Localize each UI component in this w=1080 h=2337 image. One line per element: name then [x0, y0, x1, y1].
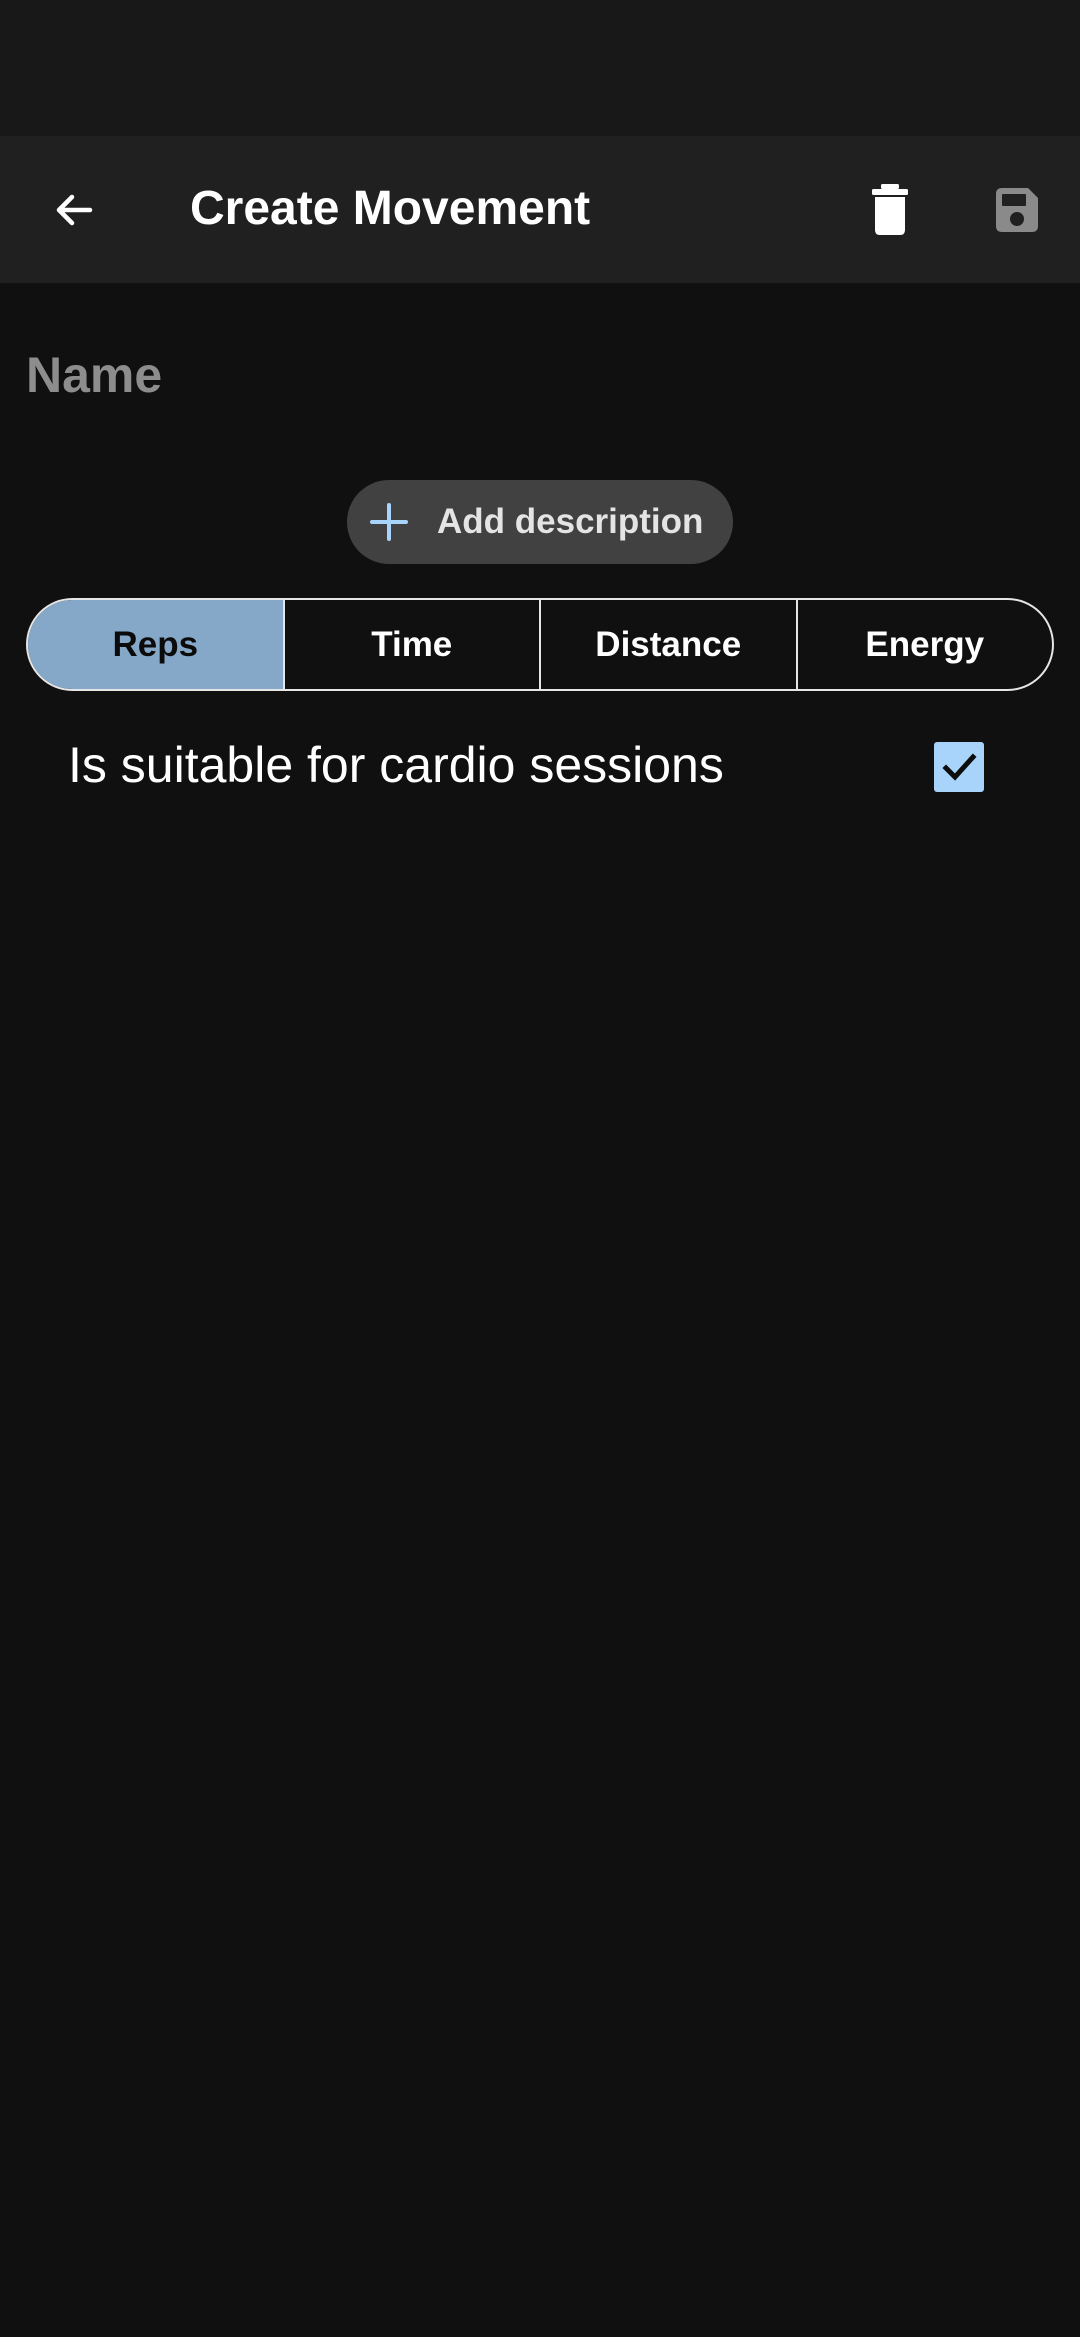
trash-icon	[872, 184, 908, 235]
cardio-suitable-checkbox[interactable]	[934, 742, 984, 792]
page-title: Create Movement	[190, 182, 591, 235]
add-description-label: Add description	[437, 502, 704, 541]
segment-distance[interactable]: Distance	[539, 600, 796, 689]
segment-time[interactable]: Time	[282, 600, 540, 689]
create-movement-screen: Create Movement Add description Reps Tim…	[0, 0, 1080, 2337]
name-input[interactable]	[26, 335, 1054, 415]
dimension-selector: Reps Time Distance Energy	[26, 598, 1054, 691]
floppy-disk-icon	[996, 188, 1038, 232]
add-description-button[interactable]: Add description	[347, 480, 733, 564]
arrow-back-icon	[56, 194, 93, 226]
status-bar	[0, 0, 1080, 136]
segment-energy[interactable]: Energy	[795, 600, 1053, 689]
delete-button[interactable]	[846, 164, 934, 256]
segment-reps[interactable]: Reps	[28, 600, 283, 689]
back-button[interactable]	[30, 164, 118, 256]
cardio-suitable-label: Is suitable for cardio sessions	[68, 737, 724, 793]
checkmark-icon	[942, 753, 977, 781]
plus-icon	[370, 503, 408, 541]
save-button[interactable]	[972, 164, 1060, 256]
cardio-suitable-row[interactable]: Is suitable for cardio sessions	[0, 726, 1080, 808]
